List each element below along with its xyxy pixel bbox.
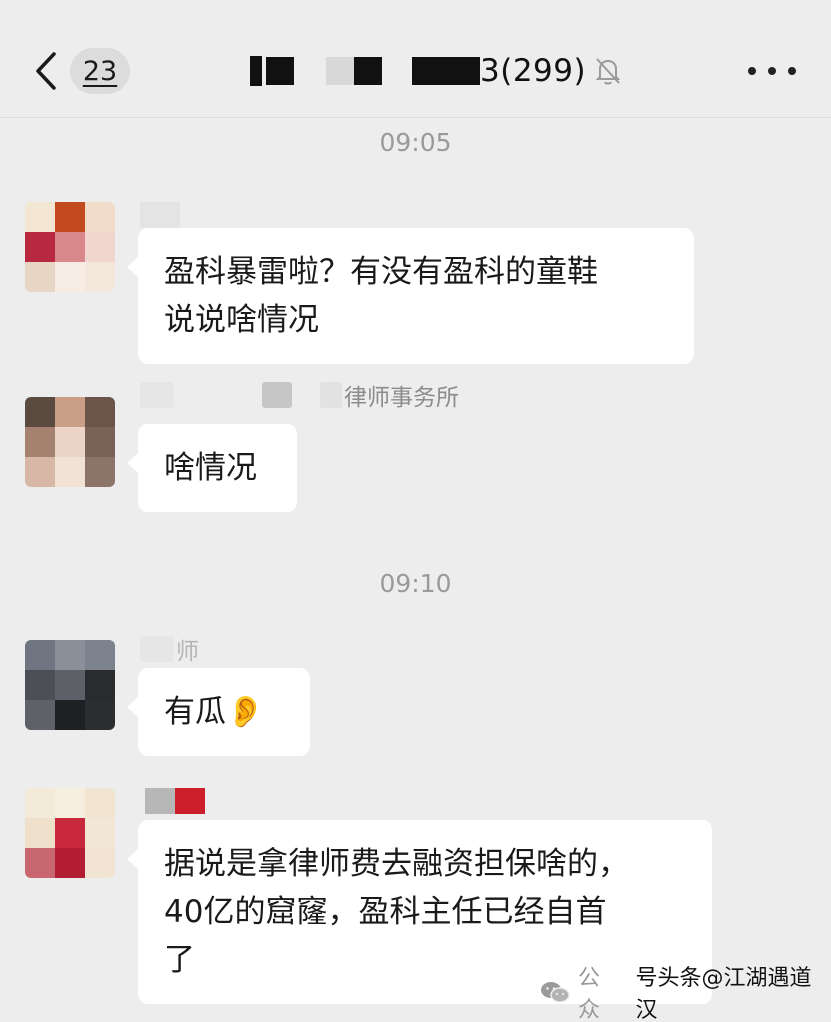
sender-name-text: 师: [176, 639, 199, 665]
header-divider: [0, 117, 831, 118]
watermark-prefix: 公众: [578, 966, 601, 1022]
avatar[interactable]: [25, 202, 115, 292]
message-bubble[interactable]: 啥情况: [127, 424, 297, 512]
redacted-name: [140, 636, 174, 662]
avatar[interactable]: [25, 397, 115, 487]
more-options-button[interactable]: [748, 56, 796, 86]
redacted-name: [262, 382, 292, 408]
message-timestamp: 09:10: [379, 569, 452, 598]
sender-name: [145, 786, 205, 816]
chat-title[interactable]: 3(299): [250, 48, 624, 94]
sender-name: 律师事务所: [140, 380, 459, 411]
bell-slash-icon: [594, 56, 624, 86]
message-timestamp: 09:05: [379, 128, 452, 157]
redacted-name: [140, 382, 174, 408]
redacted-title-part: [266, 57, 294, 85]
sender-name: [140, 200, 180, 230]
chat-title-text: 3(299): [480, 53, 587, 89]
message-text: 据说是拿律师费去融资担保啥的，: [164, 846, 629, 882]
redacted-title-part: [250, 56, 262, 86]
chevron-left-icon[interactable]: [28, 46, 64, 96]
unread-count-badge[interactable]: 23: [70, 48, 130, 94]
chat-header: 23 3(299): [0, 0, 831, 118]
avatar[interactable]: [25, 788, 115, 878]
redacted-name: [140, 202, 180, 228]
watermark: 公众 号头条@江湖遇道汉: [540, 966, 831, 1022]
avatar[interactable]: [25, 640, 115, 730]
message-text: 啥情况: [164, 450, 257, 486]
redacted-name: [320, 382, 342, 408]
redacted-title-part: [326, 57, 354, 85]
redacted-title-part: [354, 57, 382, 85]
watermark-handle: 号头条@江湖遇道汉: [635, 966, 812, 1022]
more-dots-icon: [748, 67, 756, 75]
message-text: 40亿的窟窿，盈科主任已经自首: [164, 894, 607, 930]
back-button[interactable]: 23: [28, 46, 138, 96]
wechat-icon: [540, 981, 570, 1003]
redacted-title-part: [412, 57, 480, 85]
chat-screen: 23 3(299) 09:05 盈科暴雷啦？有没有盈科的童鞋 说说啥情况 律师事…: [0, 0, 831, 1022]
message-text: 有瓜👂: [164, 694, 265, 730]
message-text: 说说啥情况: [164, 302, 319, 338]
sender-name: 师: [140, 634, 199, 665]
redacted-name: [175, 788, 205, 814]
redacted-name: [145, 788, 175, 814]
message-text: 盈科暴雷啦？有没有盈科的童鞋: [164, 254, 598, 290]
sender-name-text: 律师事务所: [344, 385, 459, 411]
message-bubble[interactable]: 盈科暴雷啦？有没有盈科的童鞋 说说啥情况: [127, 228, 694, 364]
message-bubble[interactable]: 有瓜👂: [127, 668, 310, 756]
